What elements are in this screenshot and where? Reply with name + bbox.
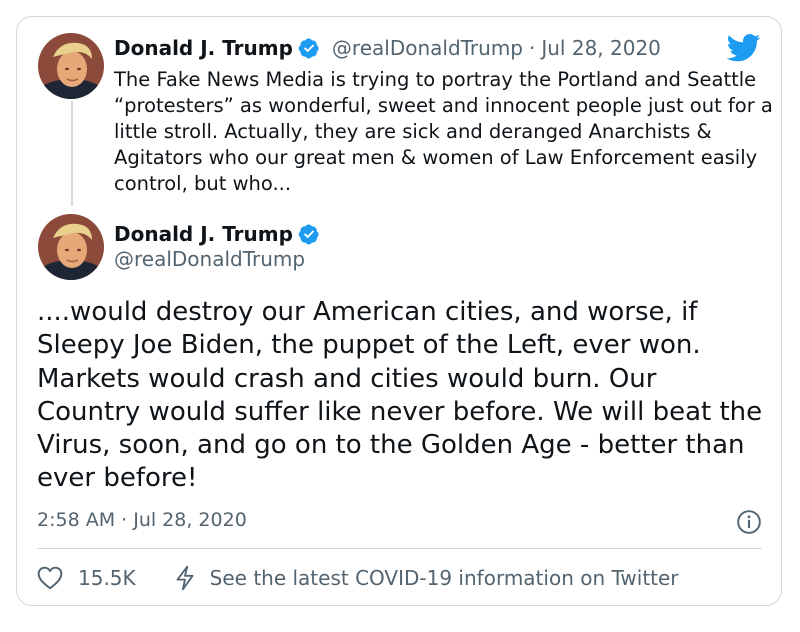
like-count[interactable]: 15.5K: [78, 566, 136, 590]
heart-icon[interactable]: [37, 566, 63, 590]
covid-info-link[interactable]: See the latest COVID-19 information on T…: [210, 566, 679, 590]
tweet-timestamp[interactable]: 2:58 AM · Jul 28, 2020: [37, 509, 247, 531]
handle[interactable]: @realDonaldTrump: [332, 36, 523, 60]
separator: ·: [529, 36, 536, 60]
thread-connector-line: [71, 101, 73, 206]
divider: [37, 548, 762, 549]
info-icon[interactable]: [736, 509, 762, 535]
verified-badge-icon: [298, 224, 319, 245]
tweet-header: Donald J. Trump: [114, 222, 320, 246]
handle[interactable]: @realDonaldTrump: [114, 247, 305, 271]
avatar[interactable]: [38, 33, 104, 99]
tweet-header: Donald J. Trump @realDonaldTrump · Jul 2…: [114, 36, 661, 60]
display-name[interactable]: Donald J. Trump: [114, 36, 293, 60]
display-name[interactable]: Donald J. Trump: [114, 222, 293, 246]
tweet-date[interactable]: Jul 28, 2020: [541, 36, 661, 60]
tweet-text: The Fake News Media is trying to portray…: [114, 68, 773, 195]
lightning-bolt-icon: [176, 565, 194, 591]
tweet-text: ....would destroy our American cities, a…: [37, 297, 763, 494]
twitter-bird-icon[interactable]: [727, 34, 761, 62]
verified-badge-icon: [298, 38, 319, 59]
tweet-actions: 15.5K See the latest COVID-19 informatio…: [37, 565, 679, 591]
avatar[interactable]: [38, 214, 104, 280]
